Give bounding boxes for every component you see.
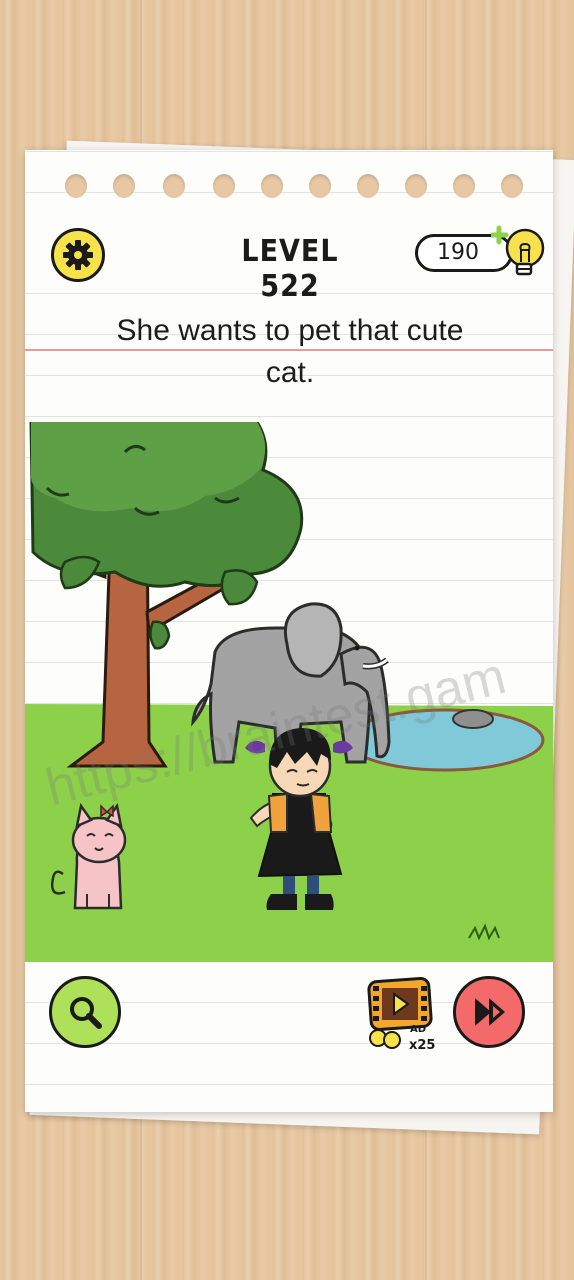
question-line-1: She wants to pet that cute bbox=[116, 314, 464, 347]
lightbulb-icon[interactable] bbox=[491, 222, 553, 284]
binder-hole bbox=[501, 174, 523, 198]
binder-hole bbox=[405, 174, 427, 198]
binder-holes bbox=[25, 150, 553, 210]
ad-badge: AD bbox=[410, 1024, 426, 1035]
question-line-2: cat. bbox=[265, 356, 315, 389]
binder-hole bbox=[453, 174, 475, 198]
hint-count: 190 bbox=[437, 240, 479, 265]
binder-hole bbox=[65, 174, 87, 198]
question-text: She wants to pet that cute cat. bbox=[65, 310, 515, 394]
gear-icon bbox=[63, 240, 93, 270]
notebook-paper: LEVEL 522 190 She wants to pet that cute… bbox=[25, 150, 553, 1112]
settings-button[interactable] bbox=[51, 228, 105, 282]
magnifier-icon bbox=[70, 997, 102, 1029]
search-button[interactable] bbox=[49, 976, 121, 1048]
skip-level-button[interactable] bbox=[453, 976, 525, 1048]
binder-hole bbox=[309, 174, 331, 198]
binder-hole bbox=[357, 174, 379, 198]
ad-multiplier: x25 bbox=[409, 1038, 436, 1053]
binder-hole bbox=[213, 174, 235, 198]
level-title: LEVEL 522 bbox=[241, 234, 339, 304]
binder-hole bbox=[261, 174, 283, 198]
binder-hole bbox=[163, 174, 185, 198]
fast-forward-icon bbox=[475, 998, 505, 1026]
bottom-toolbar: AD x25 bbox=[25, 962, 553, 1112]
game-header: LEVEL 522 190 bbox=[25, 212, 553, 351]
binder-hole bbox=[113, 174, 135, 198]
